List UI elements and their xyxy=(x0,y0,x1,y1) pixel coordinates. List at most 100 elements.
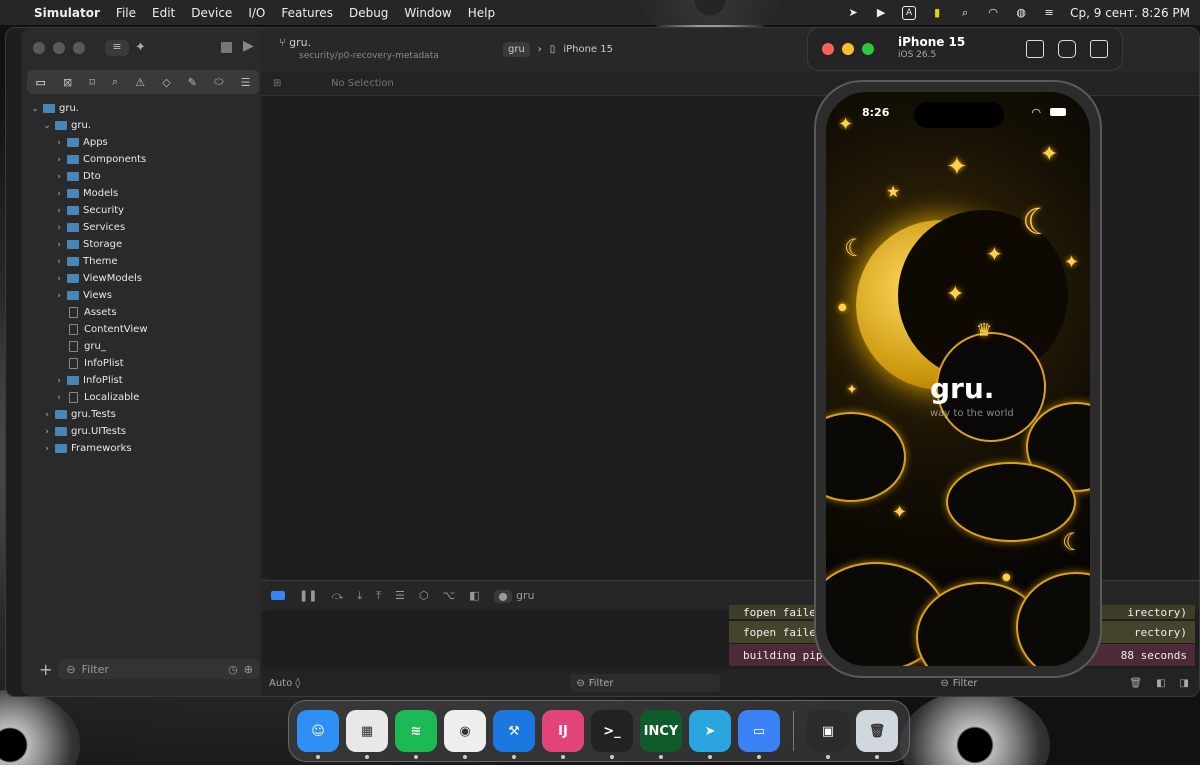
dock-xcode-icon[interactable]: ⚒ xyxy=(493,710,535,759)
tree-item[interactable]: › gru.Tests xyxy=(21,406,266,423)
dock-incy-icon[interactable]: INCY xyxy=(640,710,682,759)
chevron-right-icon[interactable]: › xyxy=(41,410,53,420)
iphone-screen[interactable]: ✦ ✦ ✦ ★ ✦ ✦ ✦ ✦ ✦ ✦ ☾ ☾ ☾ ● ● ♛ gru. way… xyxy=(826,92,1090,666)
chevron-right-icon[interactable]: › xyxy=(41,444,53,454)
tree-item[interactable]: › Services xyxy=(21,219,266,236)
tree-item[interactable]: › Dto xyxy=(21,168,266,185)
dock-intellij-icon[interactable]: IJ xyxy=(542,710,584,759)
chevron-right-icon[interactable]: › xyxy=(53,274,65,284)
tree-item[interactable]: › Models xyxy=(21,185,266,202)
dock-trash-icon[interactable]: 🗑 xyxy=(856,710,898,759)
control-center-icon[interactable]: ≡ xyxy=(1042,6,1056,20)
tree-item[interactable]: gru_ xyxy=(21,338,266,355)
menu-edit[interactable]: Edit xyxy=(144,6,183,20)
tree-item[interactable]: › Frameworks xyxy=(21,440,266,457)
sparkle-icon[interactable]: ✦ xyxy=(135,40,146,55)
view-hierarchy-icon[interactable]: ☰ xyxy=(395,589,405,602)
wifi-icon[interactable]: ◠ xyxy=(986,6,1000,20)
tree-item[interactable]: › InfoPlist xyxy=(21,372,266,389)
tree-item[interactable]: ⌄ gru. xyxy=(21,117,266,134)
dock-telegram-icon[interactable]: ➤ xyxy=(689,710,731,759)
dock-screens-icon[interactable]: ▭ xyxy=(738,710,780,759)
zoom-button[interactable] xyxy=(862,43,874,55)
zoom-button[interactable] xyxy=(73,42,85,54)
screenshot-icon[interactable] xyxy=(1058,40,1076,58)
tree-item[interactable]: InfoPlist xyxy=(21,355,266,372)
chevron-right-icon[interactable]: › xyxy=(41,427,53,437)
tree-item[interactable]: › Theme xyxy=(21,253,266,270)
breakpoints-icon[interactable]: ⬭ xyxy=(214,75,223,89)
tree-item[interactable]: › ViewModels xyxy=(21,270,266,287)
chevron-right-icon[interactable]: › xyxy=(53,291,65,301)
tree-item[interactable]: › Views xyxy=(21,287,266,304)
dock-terminal-icon[interactable]: >_ xyxy=(591,710,633,759)
menu-device[interactable]: Device xyxy=(183,6,240,20)
chevron-down-icon[interactable]: ⌄ xyxy=(41,121,53,131)
chevron-right-icon[interactable]: › xyxy=(53,223,65,233)
dock-chrome-icon[interactable]: ◉ xyxy=(444,710,486,759)
issues-icon[interactable]: ⚠ xyxy=(135,76,145,89)
keyboard-layout-icon[interactable]: A xyxy=(902,5,917,20)
find-icon[interactable]: ⌕ xyxy=(112,75,118,89)
menu-debug[interactable]: Debug xyxy=(341,6,396,20)
close-button[interactable] xyxy=(822,43,834,55)
siri-icon[interactable]: ◍ xyxy=(1014,6,1028,20)
play-status-icon[interactable]: ▶ xyxy=(874,6,888,20)
tree-item[interactable]: ⌄ gru. xyxy=(21,100,266,117)
bookmark-icon[interactable]: ⌑ xyxy=(89,76,95,89)
split-left-icon[interactable]: ◧ xyxy=(1156,678,1165,689)
home-icon[interactable] xyxy=(1026,40,1044,58)
battery-icon[interactable]: ▮ xyxy=(930,6,944,20)
menu-app-name[interactable]: Simulator xyxy=(32,6,108,20)
split-right-icon[interactable]: ◨ xyxy=(1180,678,1189,689)
minimize-button[interactable] xyxy=(53,42,65,54)
tree-item[interactable]: › Apps xyxy=(21,134,266,151)
environment-icon[interactable]: ⌥ xyxy=(442,589,455,602)
chevron-right-icon[interactable]: › xyxy=(53,155,65,165)
grid-icon[interactable]: ⊞ xyxy=(273,78,281,89)
chevron-right-icon[interactable]: › xyxy=(53,240,65,250)
menu-features[interactable]: Features xyxy=(273,6,341,20)
stop-icon[interactable] xyxy=(221,42,232,53)
chevron-right-icon[interactable]: › xyxy=(53,376,65,386)
tree-item[interactable]: › Storage xyxy=(21,236,266,253)
scheme-selector[interactable]: gru › ▯ iPhone 15 xyxy=(503,40,613,58)
filter-left-field[interactable]: ⊖ Filter xyxy=(570,674,721,692)
process-target[interactable]: ⬤ gru xyxy=(493,589,534,603)
search-icon[interactable]: ⌕ xyxy=(958,6,972,20)
tree-item[interactable]: › Components xyxy=(21,151,266,168)
pause-icon[interactable]: ❚❚ xyxy=(299,589,317,602)
toggle-console-icon[interactable] xyxy=(271,591,285,600)
tree-item[interactable]: Assets xyxy=(21,304,266,321)
step-out-icon[interactable]: ⤒ xyxy=(376,589,381,603)
minimize-button[interactable] xyxy=(842,43,854,55)
reports-icon[interactable]: ☰ xyxy=(241,76,251,89)
chevron-right-icon[interactable]: › xyxy=(53,206,65,216)
dock-spotify-icon[interactable]: ≋ xyxy=(395,710,437,759)
dock-downloads-icon[interactable]: ▣ xyxy=(807,710,849,759)
location-icon[interactable]: ◧ xyxy=(469,589,479,602)
menu-help[interactable]: Help xyxy=(460,6,503,20)
recent-files-icon[interactable]: ◷ xyxy=(228,663,238,676)
debug-icon[interactable]: ✎ xyxy=(188,76,197,89)
scm-filter-icon[interactable]: ⊕ xyxy=(244,663,253,676)
tree-item[interactable]: › Security xyxy=(21,202,266,219)
branch-info[interactable]: ⑂ gru. security/p0-recovery-metadata xyxy=(279,36,439,61)
step-into-icon[interactable]: ⤓ xyxy=(357,589,362,603)
memory-graph-icon[interactable]: ⬡ xyxy=(419,589,429,602)
menu-window[interactable]: Window xyxy=(396,6,459,20)
add-button[interactable]: + xyxy=(39,660,52,679)
trash-icon[interactable]: 🗑 xyxy=(1129,678,1142,689)
tree-item[interactable]: ContentView xyxy=(21,321,266,338)
project-navigator-icon[interactable]: ▭ xyxy=(36,76,46,89)
dock-launchpad-icon[interactable]: ▦ xyxy=(346,710,388,759)
menu-io[interactable]: I/O xyxy=(240,6,273,20)
chevron-right-icon[interactable]: › xyxy=(53,138,65,148)
chevron-right-icon[interactable]: › xyxy=(53,393,65,403)
tree-item[interactable]: › Localizable xyxy=(21,389,266,406)
auto-selector[interactable]: Auto ◊ xyxy=(269,678,300,689)
chevron-down-icon[interactable]: ⌄ xyxy=(29,104,41,114)
tree-item[interactable]: › gru.UITests xyxy=(21,423,266,440)
step-over-icon[interactable]: ⤼ xyxy=(331,589,343,603)
navigator-toggle-icon[interactable]: ≡ xyxy=(105,40,129,56)
